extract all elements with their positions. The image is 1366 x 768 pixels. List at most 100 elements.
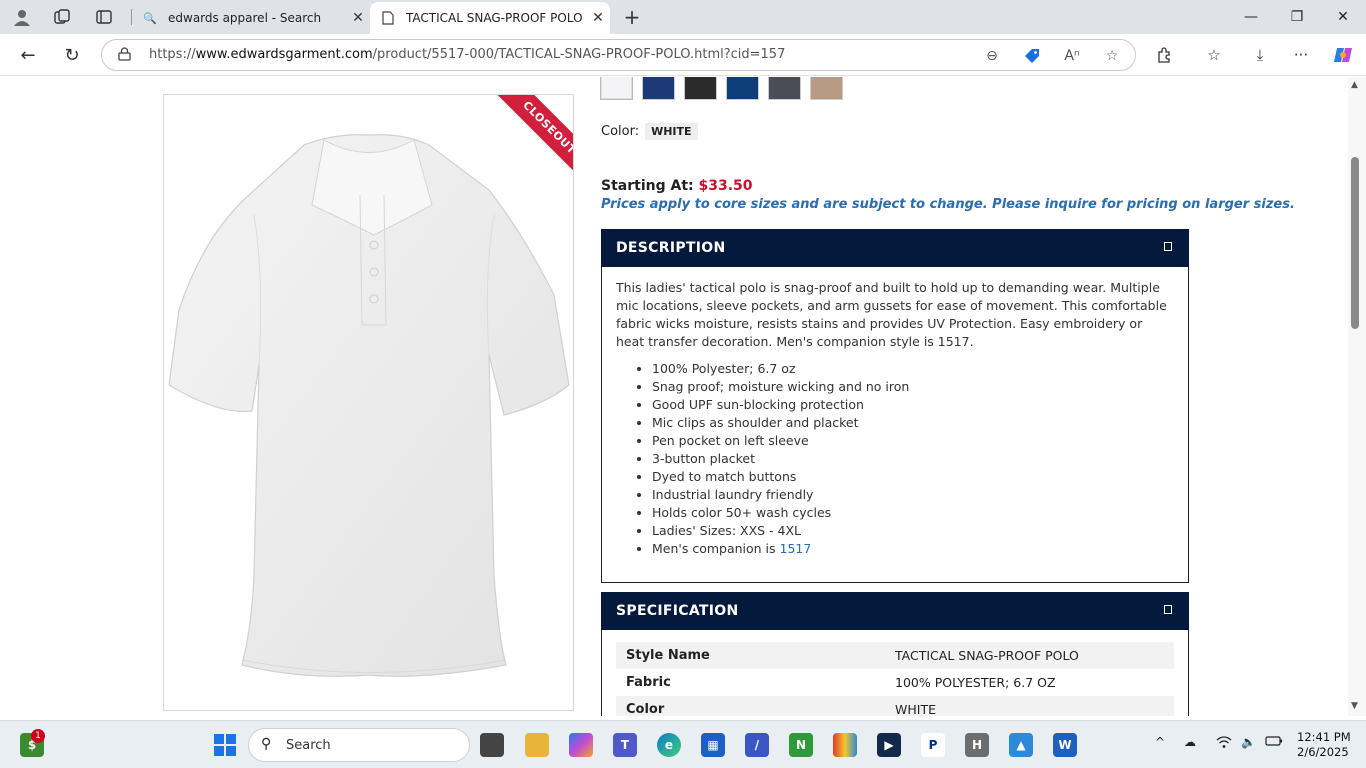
taskbar-search[interactable]: ⚲ Search (248, 728, 470, 762)
collapse-icon[interactable] (1164, 242, 1172, 251)
close-tab-icon[interactable]: ✕ (586, 10, 610, 26)
workspaces-icon[interactable] (51, 6, 73, 28)
lock-icon[interactable] (118, 47, 131, 64)
chevron-up-icon[interactable]: ^ (1155, 735, 1165, 749)
description-panel: This ladies' tactical polo is snag-proof… (601, 267, 1189, 583)
taskbar: $ 1 ⚲ Search T e ▦ / N ▶ P H ▲ W ^ ☁ 🔈 1… (0, 720, 1366, 768)
scroll-up-icon[interactable]: ▲ (1351, 80, 1358, 90)
app-icon-bars[interactable] (833, 733, 857, 757)
price-value: $33.50 (698, 178, 753, 194)
swatch-royal[interactable] (726, 77, 759, 100)
app-icon-photos[interactable]: ▲ (1009, 733, 1033, 757)
feature-list: 100% Polyester; 6.7 oz Snag proof; moist… (616, 360, 1174, 558)
downloads-icon[interactable]: ⤓ (1249, 44, 1271, 66)
app-icon-slash[interactable]: / (745, 733, 769, 757)
list-item: Pen pocket on left sleeve (652, 432, 1174, 450)
copilot-app-icon[interactable] (569, 733, 593, 757)
minimize-icon[interactable]: — (1228, 0, 1274, 34)
file-explorer-icon[interactable] (525, 733, 549, 757)
list-item: Men's companion is 1517 (652, 540, 1174, 558)
teams-icon[interactable]: T (613, 733, 637, 757)
close-tab-icon[interactable]: ✕ (346, 10, 370, 26)
collapse-icon[interactable] (1164, 605, 1172, 614)
url-text[interactable]: https://www.edwardsgarment.com/product/5… (149, 47, 785, 62)
polo-shirt-image (168, 134, 570, 677)
spec-value: 100% POLYESTER; 6.7 OZ (895, 675, 1056, 690)
description-heading: DESCRIPTION (616, 240, 726, 256)
app-icon-h[interactable]: H (965, 733, 989, 757)
word-icon[interactable]: W (1053, 733, 1077, 757)
new-tab-icon[interactable]: + (620, 5, 644, 29)
tab-strip: 🔍 edwards apparel - Search ✕ TACTICAL SN… (0, 0, 1366, 34)
swatch-navy[interactable] (642, 77, 675, 100)
page-icon (380, 10, 396, 26)
list-item: 3-button placket (652, 450, 1174, 468)
list-item: Dyed to match buttons (652, 468, 1174, 486)
refresh-icon[interactable]: ↻ (58, 41, 86, 69)
tab-title: edwards apparel - Search (168, 11, 322, 25)
companion-link[interactable]: 1517 (780, 541, 812, 556)
volume-icon[interactable]: 🔈 (1241, 735, 1256, 749)
list-item: Mic clips as shoulder and placket (652, 414, 1174, 432)
edge-icon[interactable]: e (657, 733, 681, 757)
tab-search[interactable]: 🔍 edwards apparel - Search ✕ (132, 2, 370, 34)
scroll-thumb[interactable] (1351, 157, 1359, 329)
clock-time: 12:41 PM (1297, 730, 1351, 744)
profile-icon[interactable] (11, 6, 33, 28)
shopping-tag-icon[interactable] (1022, 46, 1042, 66)
back-icon[interactable]: ← (14, 41, 42, 69)
list-item: Ladies' Sizes: XXS - 4XL (652, 522, 1174, 540)
battery-icon[interactable] (1265, 735, 1283, 750)
tab-title: TACTICAL SNAG-PROOF POLO | E (406, 11, 586, 25)
swatch-white[interactable] (600, 77, 633, 100)
color-label: Color: (601, 124, 640, 139)
list-item: Snag proof; moisture wicking and no iron (652, 378, 1174, 396)
favorites-icon[interactable]: ☆ (1203, 44, 1225, 66)
swatch-black[interactable] (684, 77, 717, 100)
copilot-icon[interactable] (1332, 44, 1354, 66)
tab-actions-icon[interactable] (93, 6, 115, 28)
address-bar[interactable]: https://www.edwardsgarment.com/product/5… (101, 39, 1136, 71)
favorite-star-icon[interactable]: ☆ (1102, 46, 1122, 66)
scroll-down-icon[interactable]: ▼ (1351, 701, 1358, 711)
color-value: WHITE (645, 123, 698, 140)
list-item: Industrial laundry friendly (652, 486, 1174, 504)
search-icon: ⚲ (261, 736, 272, 752)
search-placeholder: Search (286, 738, 331, 753)
onedrive-icon[interactable]: ☁ (1184, 735, 1196, 749)
list-item: Holds color 50+ wash cycles (652, 504, 1174, 522)
restore-icon[interactable]: ❐ (1274, 0, 1320, 34)
description-header[interactable]: DESCRIPTION (601, 229, 1189, 267)
app-icon-arrow[interactable]: ▶ (877, 733, 901, 757)
swatch-charcoal[interactable] (768, 77, 801, 100)
list-item: 100% Polyester; 6.7 oz (652, 360, 1174, 378)
selected-color: Color: WHITE (601, 123, 698, 140)
ms-store-icon[interactable]: ▦ (701, 733, 725, 757)
price-label: Starting At: (601, 178, 694, 194)
table-row: Color WHITE (616, 696, 1174, 716)
web-page: CLOSEOUT Color: WHITE Starting At: $33.5… (0, 77, 1348, 716)
extensions-icon[interactable] (1154, 44, 1176, 66)
description-text: This ladies' tactical polo is snag-proof… (616, 280, 1167, 349)
close-window-icon[interactable]: ✕ (1320, 0, 1366, 34)
more-menu-icon[interactable]: ··· (1290, 44, 1312, 66)
paypal-icon[interactable]: P (921, 733, 945, 757)
specification-heading: SPECIFICATION (616, 603, 739, 619)
product-image[interactable]: CLOSEOUT (163, 94, 574, 711)
price-note: Prices apply to core sizes and are subje… (601, 197, 1295, 212)
tab-product[interactable]: TACTICAL SNAG-PROOF POLO | E ✕ (370, 2, 610, 34)
system-clock[interactable]: 12:41 PM 2/6/2025 (1297, 730, 1351, 760)
spec-key: Color (626, 702, 665, 716)
zoom-out-icon[interactable]: ⊖ (982, 46, 1002, 66)
swatch-tan[interactable] (810, 77, 843, 100)
specification-header[interactable]: SPECIFICATION (601, 592, 1189, 630)
read-aloud-icon[interactable]: Aⁿ (1062, 46, 1082, 66)
spec-value: WHITE (895, 702, 936, 716)
windows-start-icon[interactable] (213, 733, 237, 757)
color-swatches (600, 77, 843, 100)
vertical-scrollbar[interactable]: ▲ ▼ (1348, 77, 1366, 716)
task-view-icon[interactable] (480, 733, 504, 757)
wifi-icon[interactable] (1216, 735, 1232, 752)
app-icon-n[interactable]: N (789, 733, 813, 757)
toolbar: ← ↻ https://www.edwardsgarment.com/produ… (0, 34, 1366, 76)
